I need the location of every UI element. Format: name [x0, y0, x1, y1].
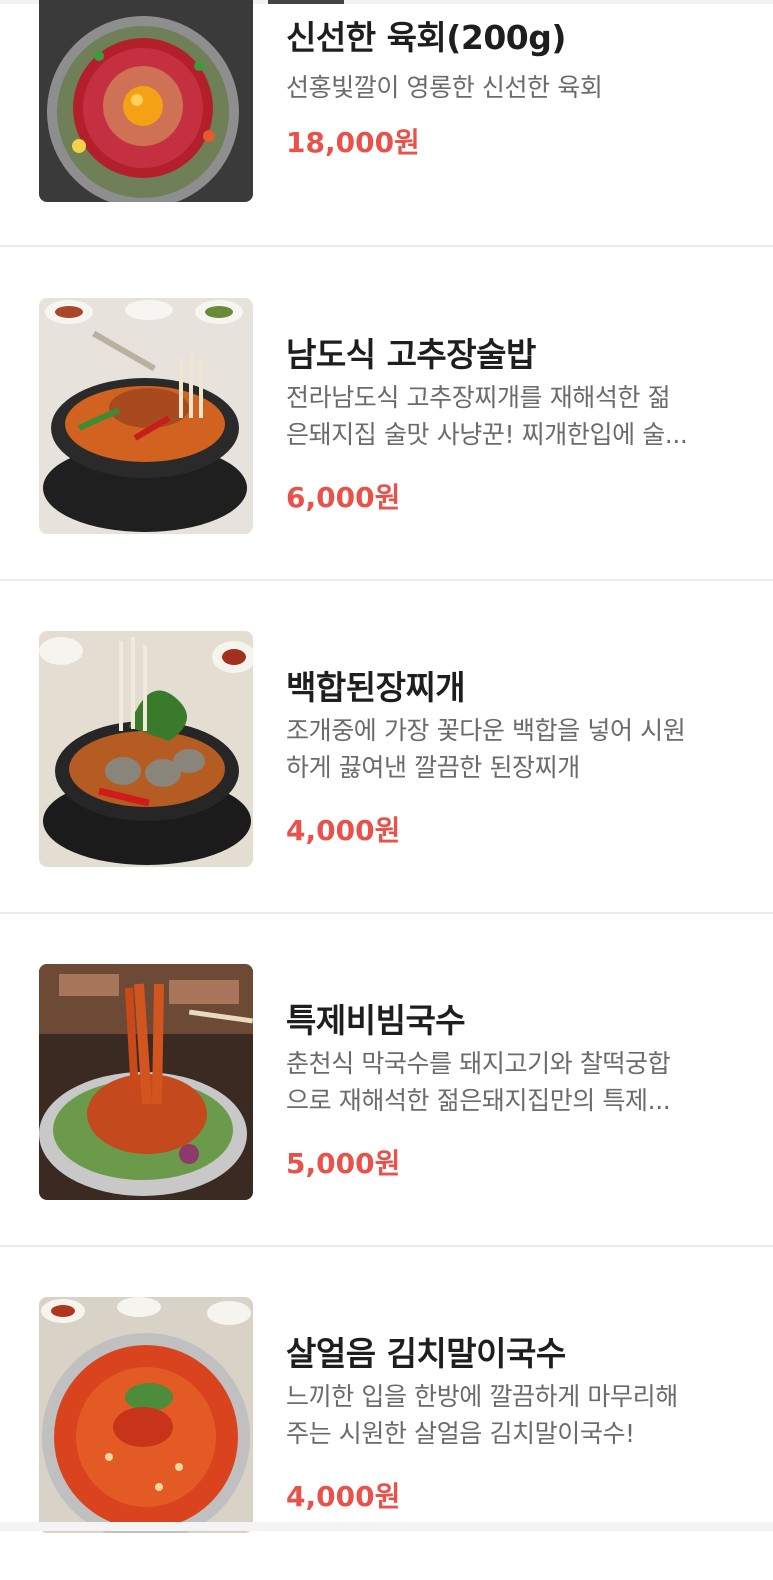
description-line: 춘천식 막국수를 돼지고기와 찰떡궁합: [286, 1049, 671, 1078]
description-line: 선홍빛깔이 영롱한 신선한 육회: [286, 73, 603, 102]
menu-item-name: 신선한 육회(200g): [286, 18, 566, 57]
clam-doenjang-stew-photo[interactable]: [39, 631, 253, 867]
menu-item[interactable]: 백합된장찌개 조개중에 가장 꽃다운 백합을 넣어 시원 하게 끓여낸 깔끔한 …: [0, 583, 773, 914]
description-line: 전라남도식 고추장찌개를 재해석한 젊: [286, 383, 671, 412]
menu-item-name: 남도식 고추장술밥: [286, 335, 536, 374]
menu-item-name: 백합된장찌개: [286, 668, 466, 707]
menu-item[interactable]: 특제비빔국수 춘천식 막국수를 돼지고기와 찰떡궁합 으로 재해석한 젊은돼지집…: [0, 916, 773, 1247]
menu-item-price: 4,000원: [286, 814, 401, 847]
menu-item-description: 선홍빛깔이 영롱한 신선한 육회: [286, 69, 736, 106]
description-line: 으로 재해석한 젊은돼지집만의 특제...: [286, 1086, 671, 1115]
description-line: 하게 끓여낸 깔끔한 된장찌개: [286, 753, 580, 782]
menu-item-description: 느끼한 입을 한방에 깔끔하게 마무리해 주는 시원한 살얼음 김치말이국수!: [286, 1378, 736, 1452]
menu-item-price: 18,000원: [286, 126, 420, 159]
gochujang-stew-photo[interactable]: [39, 298, 253, 534]
menu-item-price: 6,000원: [286, 481, 401, 514]
menu-item-price: 5,000원: [286, 1147, 401, 1180]
yukhoe-photo[interactable]: [39, 0, 253, 202]
description-line: 느끼한 입을 한방에 깔끔하게 마무리해: [286, 1382, 678, 1411]
description-line: 은돼지집 술맛 사냥꾼! 찌개한입에 술...: [286, 420, 688, 449]
kimchi-noodles-photo[interactable]: [39, 1297, 253, 1533]
bibim-noodles-photo[interactable]: [39, 964, 253, 1200]
menu-item-price: 4,000원: [286, 1480, 401, 1513]
description-line: 주는 시원한 살얼음 김치말이국수!: [286, 1419, 635, 1448]
menu-item-name: 특제비빔국수: [286, 1001, 466, 1040]
bottom-edge: [0, 1522, 773, 1531]
menu-item-description: 춘천식 막국수를 돼지고기와 찰떡궁합 으로 재해석한 젊은돼지집만의 특제..…: [286, 1045, 736, 1119]
menu-item[interactable]: 신선한 육회(200g) 선홍빛깔이 영롱한 신선한 육회 18,000원: [0, 0, 773, 247]
description-line: 조개중에 가장 꽃다운 백합을 넣어 시원: [286, 716, 686, 745]
menu-item[interactable]: 남도식 고추장술밥 전라남도식 고추장찌개를 재해석한 젊 은돼지집 술맛 사냥…: [0, 250, 773, 581]
menu-item-description: 전라남도식 고추장찌개를 재해석한 젊 은돼지집 술맛 사냥꾼! 찌개한입에 술…: [286, 379, 736, 453]
menu-item-name: 살얼음 김치말이국수: [286, 1334, 566, 1373]
menu-item-description: 조개중에 가장 꽃다운 백합을 넣어 시원 하게 끓여낸 깔끔한 된장찌개: [286, 712, 736, 786]
